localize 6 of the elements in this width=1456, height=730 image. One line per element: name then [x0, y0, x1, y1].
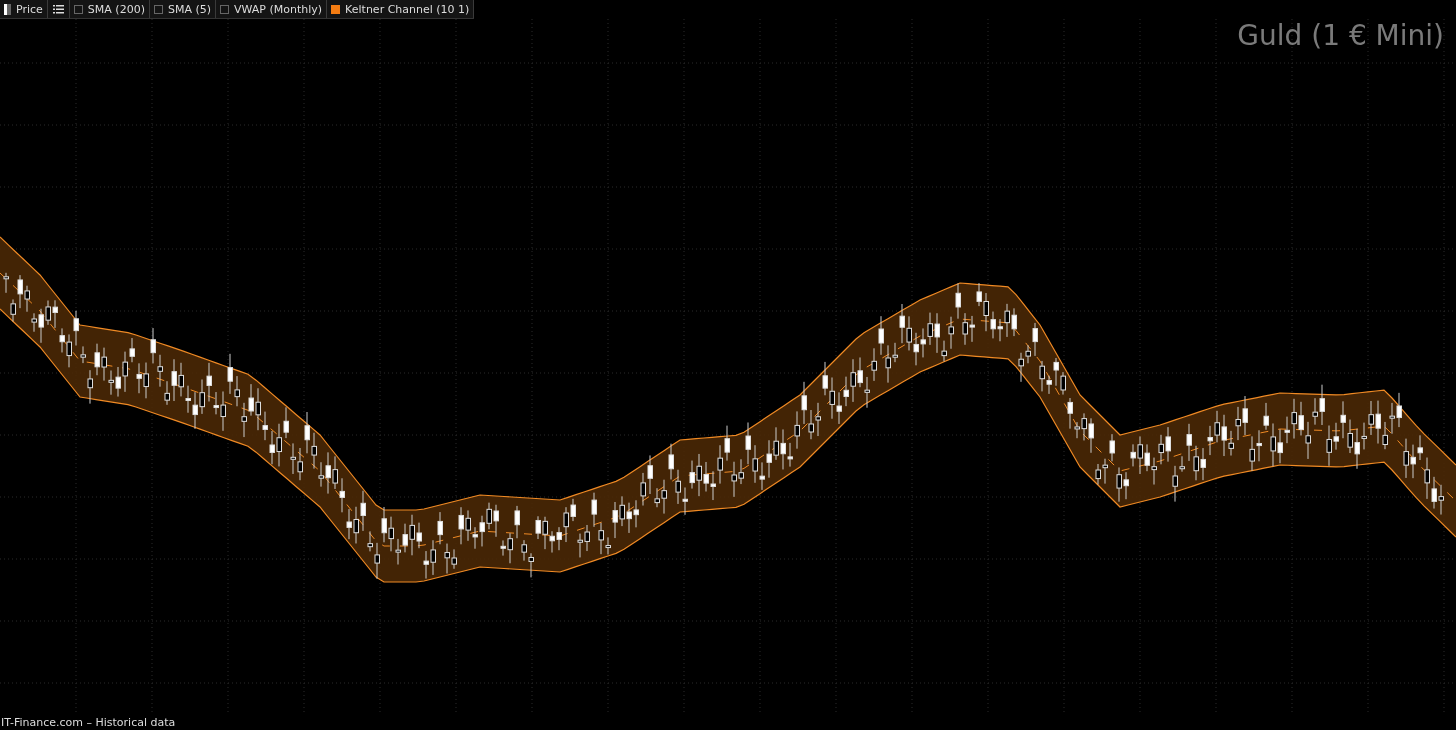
checkbox[interactable]	[73, 4, 83, 14]
checkbox[interactable]	[220, 4, 229, 14]
instrument-title: Guld (1 € Mini)	[1237, 19, 1444, 52]
data-source-label: IT-Finance.com – Historical data	[1, 716, 176, 729]
checkbox[interactable]	[331, 4, 341, 14]
checkbox[interactable]	[153, 4, 163, 14]
